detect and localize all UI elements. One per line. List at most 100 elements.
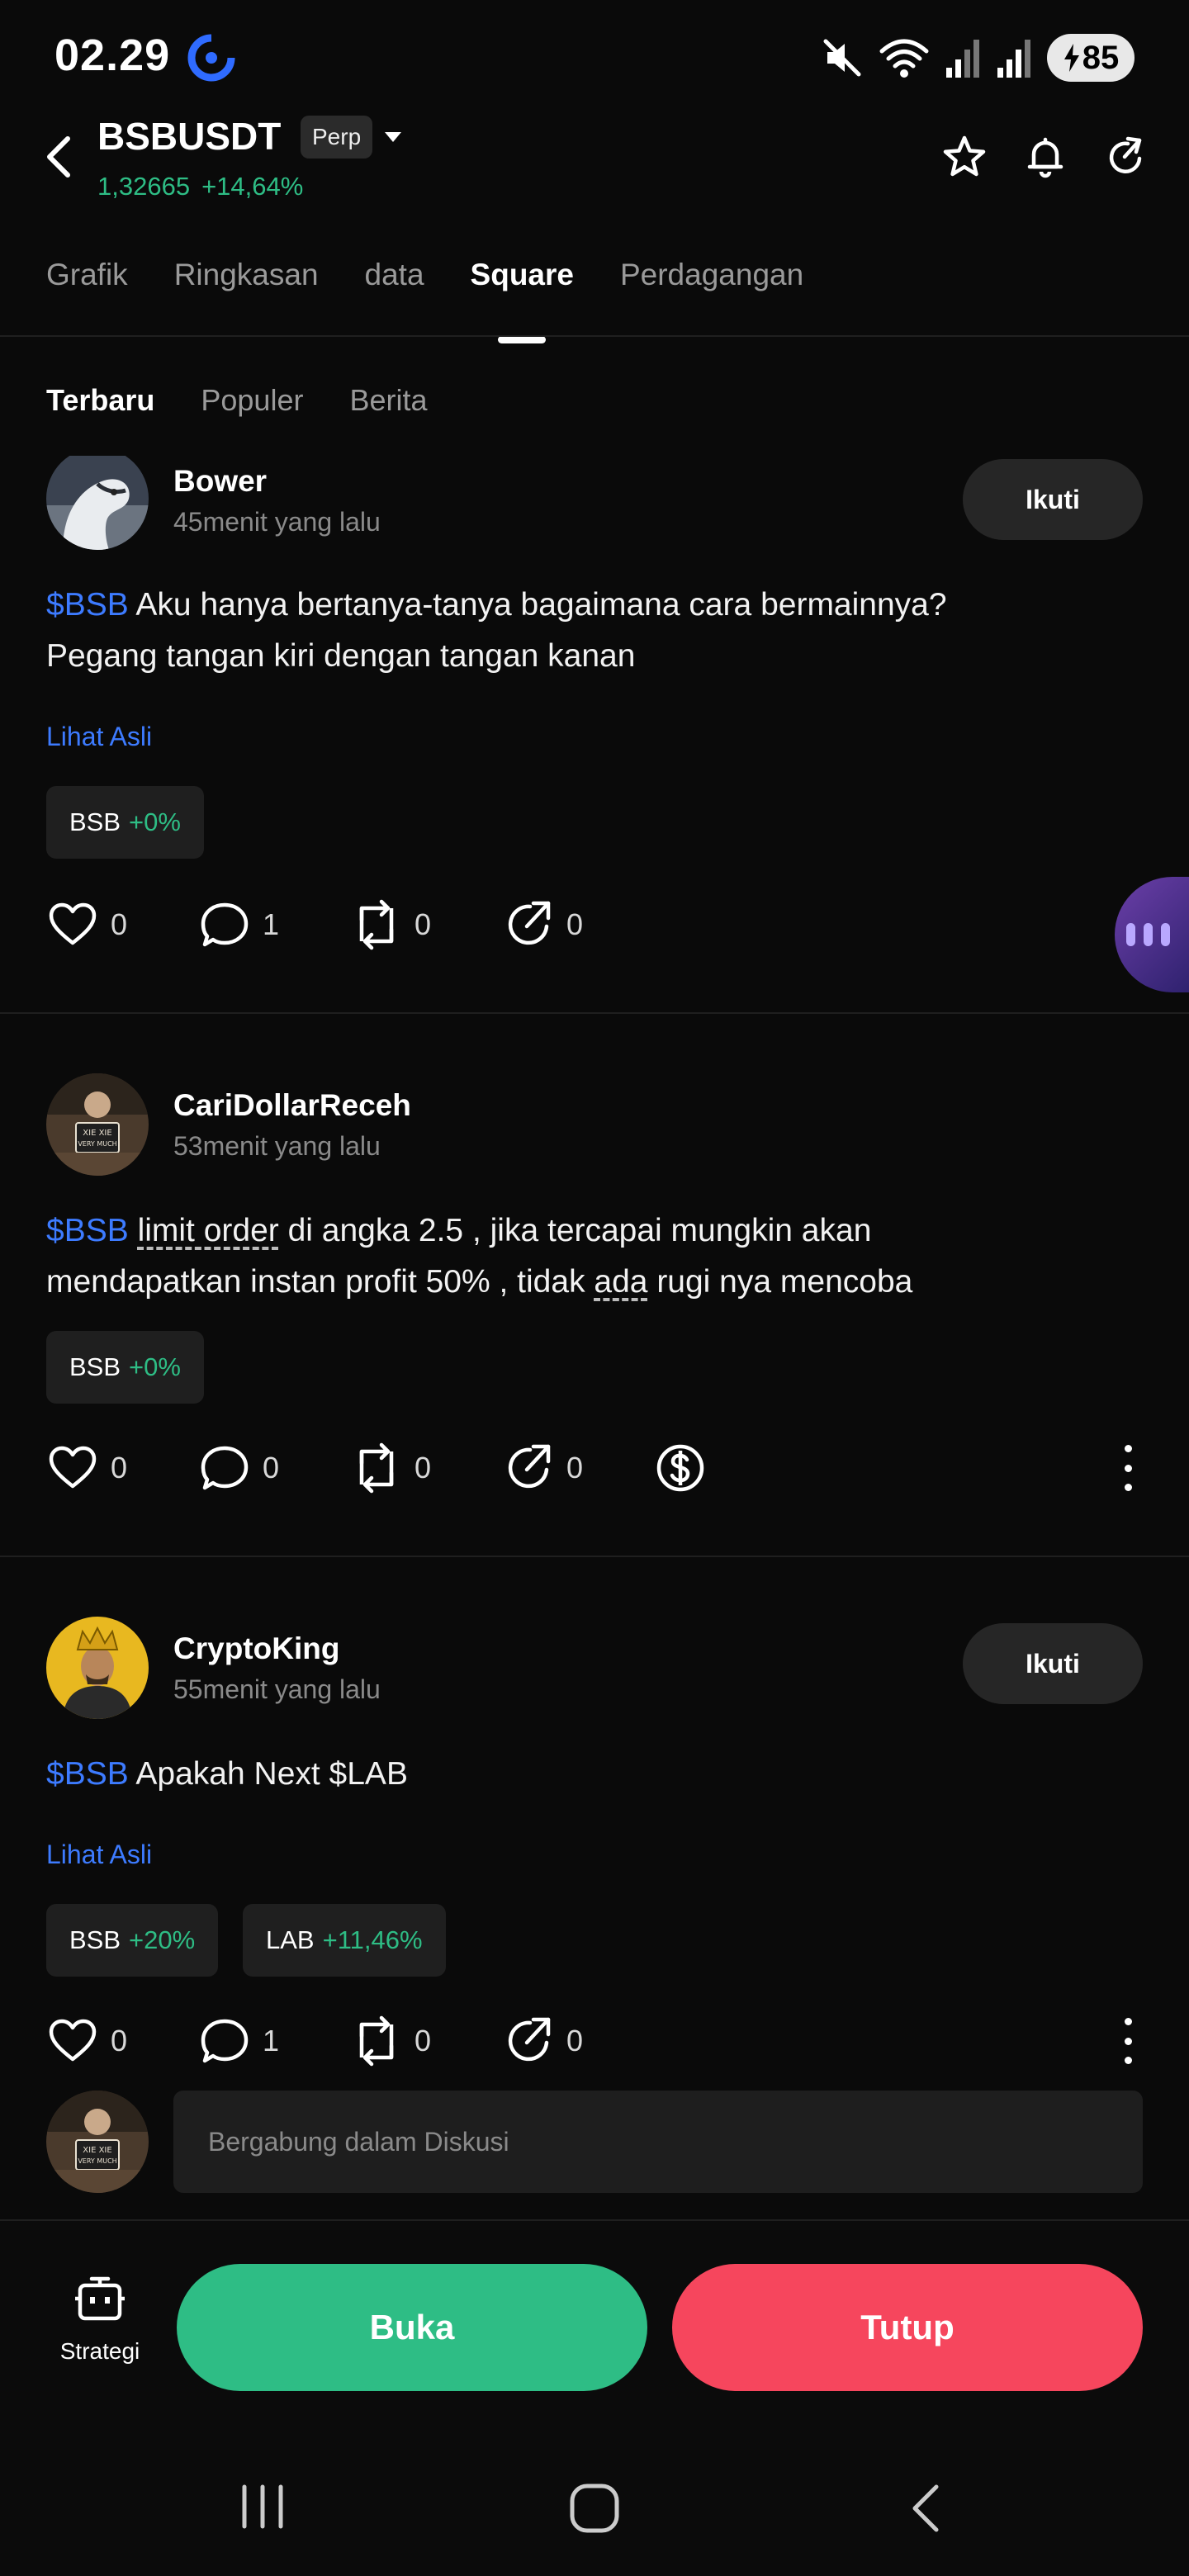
- back-icon[interactable]: [41, 132, 78, 182]
- like-button[interactable]: 0: [46, 1442, 198, 1494]
- repost-button[interactable]: 0: [350, 2015, 502, 2067]
- like-button[interactable]: 0: [46, 2015, 198, 2067]
- share-count: 0: [566, 907, 584, 941]
- post-line: $BSB limit order di angka 2.5 , jika ter…: [46, 1205, 1120, 1257]
- open-position-button[interactable]: Buka: [177, 2264, 647, 2391]
- tab-perdagangan[interactable]: Perdagangan: [620, 258, 803, 292]
- back-nav-icon[interactable]: [907, 2482, 946, 2535]
- post-line: $BSB Aku hanya bertanya-tanya bagaimana …: [46, 580, 1120, 631]
- active-tab-indicator: [498, 336, 547, 343]
- repost-button[interactable]: 0: [350, 1442, 502, 1494]
- star-icon[interactable]: [941, 134, 988, 180]
- tip-button[interactable]: [654, 1442, 806, 1494]
- bell-icon[interactable]: [1022, 134, 1068, 180]
- close-position-button[interactable]: Tutup: [672, 2264, 1143, 2391]
- subtab-populer[interactable]: Populer: [201, 383, 303, 418]
- tab-square[interactable]: Square: [471, 258, 574, 343]
- post-body[interactable]: $BSB Apakah Next $LAB: [46, 1749, 1120, 1800]
- view-original-link[interactable]: Lihat Asli: [46, 1840, 152, 1870]
- share-button[interactable]: 0: [502, 1442, 654, 1494]
- share-button[interactable]: 0: [502, 898, 654, 951]
- post-time: 45menit yang lalu: [173, 507, 381, 537]
- post-text: Pegang tangan kiri dengan tangan kanan: [46, 638, 636, 674]
- chip-change: +0%: [129, 1352, 181, 1381]
- bottom-divider: [0, 2219, 1189, 2221]
- repost-icon: [359, 899, 394, 950]
- more-dot: [1124, 1484, 1132, 1491]
- more-dot: [1124, 2057, 1132, 2064]
- tab-data[interactable]: data: [365, 258, 424, 292]
- more-dot: [1124, 2018, 1132, 2025]
- post-text: [129, 1213, 138, 1248]
- follow-button[interactable]: Ikuti: [963, 459, 1143, 540]
- coin-chip[interactable]: LAB +11,46%: [243, 1904, 446, 1977]
- share-icon[interactable]: [1103, 134, 1149, 180]
- ticker-tag[interactable]: $BSB: [46, 1756, 129, 1792]
- avatar[interactable]: XIE XIE VERY MUCH: [46, 1073, 149, 1176]
- coin-chip[interactable]: BSB +0%: [46, 1331, 204, 1404]
- recent-apps-icon[interactable]: [238, 2482, 287, 2531]
- comment-button[interactable]: 0: [198, 1442, 350, 1494]
- share-button[interactable]: 0: [502, 2015, 654, 2067]
- subtab-terbaru[interactable]: Terbaru: [46, 383, 154, 418]
- tab-ringkasan[interactable]: Ringkasan: [174, 258, 319, 292]
- coin-chip[interactable]: BSB +20%: [46, 1904, 219, 1977]
- tab-grafik[interactable]: Grafik: [46, 258, 128, 292]
- avatar[interactable]: [46, 456, 149, 550]
- glossary-term[interactable]: ada: [594, 1264, 647, 1300]
- subtab-berita[interactable]: Berita: [349, 383, 427, 418]
- post-actions: 0 0 0 0: [46, 1438, 806, 1498]
- tip-dollar-icon: [656, 1444, 704, 1492]
- comment-input[interactable]: Bergabung dalam Diskusi: [173, 2091, 1143, 2193]
- follow-button[interactable]: Ikuti: [963, 1623, 1143, 1704]
- ticker-tag[interactable]: $BSB: [46, 1213, 129, 1248]
- heart-icon: [49, 902, 97, 945]
- floating-bar: [1144, 923, 1153, 946]
- coin-chip[interactable]: BSB +0%: [46, 786, 204, 859]
- post-text: Aku hanya bertanya-tanya bagaimana cara …: [128, 587, 947, 623]
- caret-down-icon[interactable]: [383, 130, 403, 144]
- comment-button[interactable]: 1: [198, 898, 350, 951]
- comment-count: 1: [263, 907, 280, 941]
- battery-level: 85: [1082, 39, 1120, 76]
- post-username[interactable]: CariDollarReceh: [173, 1088, 411, 1123]
- comment-count: 0: [263, 1451, 280, 1485]
- post-text: mendapatkan instan profit 50% , tidak: [46, 1264, 594, 1300]
- share-count: 0: [566, 2024, 584, 2057]
- post-username[interactable]: Bower: [173, 464, 267, 499]
- post-time: 55menit yang lalu: [173, 1674, 381, 1704]
- glossary-term[interactable]: limit order: [138, 1213, 279, 1248]
- post-body[interactable]: $BSB Aku hanya bertanya-tanya bagaimana …: [46, 580, 1120, 682]
- view-original-link[interactable]: Lihat Asli: [46, 722, 152, 752]
- like-button[interactable]: 0: [46, 898, 198, 951]
- post-body[interactable]: $BSB limit order di angka 2.5 , jika ter…: [46, 1205, 1120, 1308]
- post-username[interactable]: CryptoKing: [173, 1631, 339, 1666]
- comment-button[interactable]: 1: [198, 2015, 350, 2067]
- repost-button[interactable]: 0: [350, 898, 502, 951]
- more-dot: [1124, 1464, 1132, 1472]
- home-icon[interactable]: [568, 2482, 621, 2535]
- share-icon: [508, 1444, 551, 1489]
- ticker-tag[interactable]: $BSB: [46, 587, 129, 623]
- post-actions: 0 1 0 0: [46, 895, 654, 954]
- pair-title[interactable]: BSBUSDT: [97, 114, 281, 159]
- more-options-icon[interactable]: [1120, 2015, 1136, 2067]
- strategy-button[interactable]: Strategi: [54, 2272, 145, 2365]
- status-time: 02.29: [54, 31, 171, 80]
- robot-icon: [75, 2276, 125, 2321]
- more-options-icon[interactable]: [1120, 1442, 1136, 1494]
- share-icon: [508, 2017, 551, 2062]
- perp-badge[interactable]: Perp: [301, 116, 373, 159]
- heart-icon: [49, 1446, 97, 1489]
- repost-count: 0: [414, 1451, 432, 1485]
- repost-icon: [359, 1442, 394, 1494]
- floating-assistant-button[interactable]: [1115, 877, 1189, 992]
- repost-icon: [359, 2015, 394, 2067]
- price-line: 1,32665 +14,64%: [97, 172, 303, 201]
- post-actions: 0 1 0 0: [46, 2011, 654, 2071]
- avatar[interactable]: [46, 1617, 149, 1719]
- heart-icon: [49, 2019, 97, 2062]
- strategy-label: Strategi: [59, 2338, 140, 2364]
- like-count: 0: [111, 2024, 128, 2057]
- status-icons: 85: [821, 33, 1135, 83]
